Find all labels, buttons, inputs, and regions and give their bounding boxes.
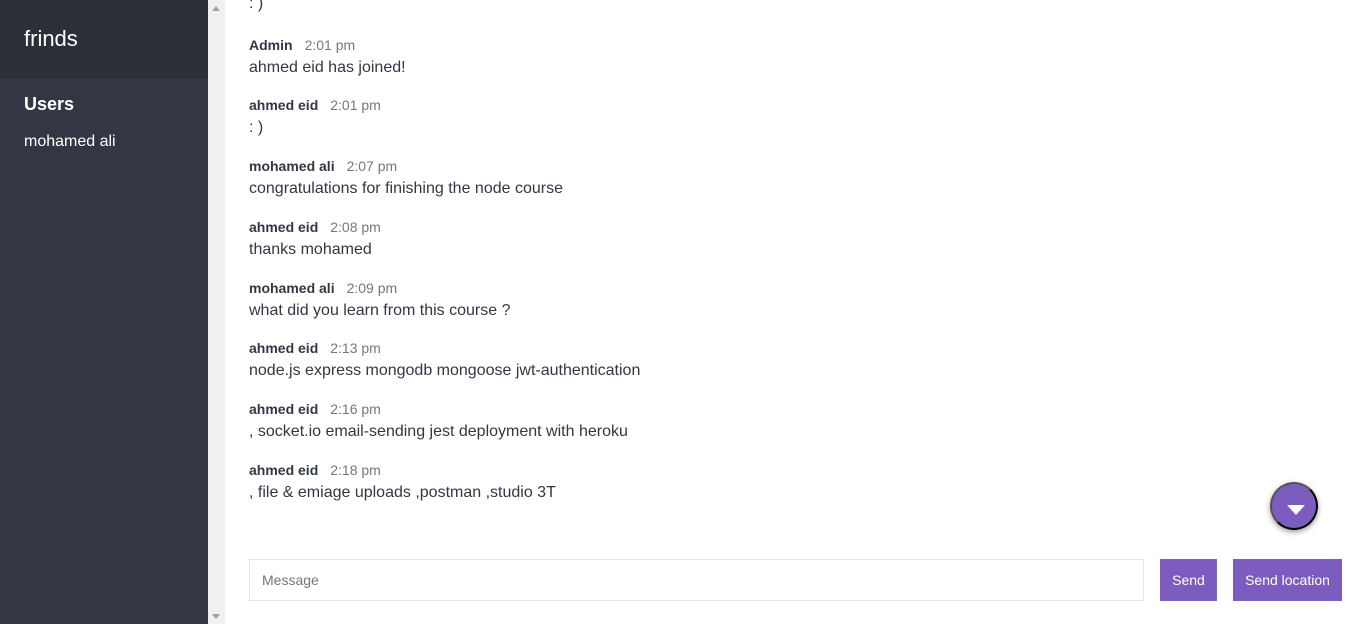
message-author: ahmed eid (249, 401, 319, 417)
message-author: mohamed ali (249, 158, 335, 174)
caret-down-icon (1287, 505, 1305, 515)
message: ahmed eid 2:08 pm thanks mohamed (249, 219, 381, 269)
message-author: ahmed eid (249, 97, 319, 113)
message: mohamed ali 2:07 pm congratulations for f… (249, 158, 563, 208)
message-text: , socket.io email-sending jest deploymen… (249, 423, 628, 440)
message: Admin 2:01 pm ahmed eid has joined! (249, 37, 406, 87)
message-time: 2:07 pm (346, 158, 398, 174)
message-author: ahmed eid (249, 462, 319, 478)
message-time: 2:01 pm (330, 97, 381, 113)
chat-sidebar: frinds Users mohamed ali (0, 0, 208, 624)
message-time: 2:01 pm (304, 37, 356, 53)
send-button[interactable]: Send (1160, 559, 1217, 601)
message: ahmed eid 2:16 pm , socket.io email-sendi… (249, 401, 628, 451)
scroll-down-arrow-icon[interactable] (212, 614, 220, 619)
message-text: node.js express mongodb mongoose jwt-aut… (249, 362, 641, 379)
send-location-button[interactable]: Send location (1233, 559, 1342, 601)
message-text: : ) (249, 119, 264, 136)
messages-scrollbar[interactable] (208, 0, 225, 624)
message-text: ahmed eid has joined! (249, 59, 406, 76)
message-time: 2:08 pm (330, 219, 381, 235)
message-author: ahmed eid (249, 219, 319, 235)
users-list-title: Users (24, 94, 75, 114)
messages-panel[interactable]: : ) Admin 2:01 pm ahmed eid has joined! a… (225, 0, 1350, 540)
scroll-up-arrow-icon[interactable] (212, 6, 220, 11)
message-author: ahmed eid (249, 340, 319, 356)
message-time: 2:16 pm (330, 401, 381, 417)
message-time: 2:13 pm (330, 340, 381, 356)
message: ahmed eid 2:18 pm , file & emiage uploads… (249, 462, 556, 512)
message-author: Admin (249, 37, 293, 53)
message-text-partial: : ) (249, 0, 264, 12)
message-input[interactable] (249, 559, 1144, 601)
message-text: thanks mohamed (249, 241, 372, 258)
message-text: congratulations for finishing the node c… (249, 180, 563, 197)
message-text: , file & emiage uploads ,postman ,studio… (249, 484, 556, 501)
message-time: 2:09 pm (346, 280, 398, 296)
room-title: frinds (0, 0, 208, 79)
user-list: mohamed ali (0, 123, 208, 153)
message: ahmed eid 2:01 pm : ) (249, 97, 381, 147)
user-list-item: mohamed ali (24, 133, 116, 150)
message: ahmed eid 2:13 pm node.js express mongodb… (249, 340, 640, 390)
scroll-to-bottom-button[interactable] (1270, 482, 1318, 530)
message-text: what did you learn from this course ? (249, 302, 511, 319)
message: mohamed ali 2:09 pm what did you learn fr… (249, 280, 510, 330)
message-time: 2:18 pm (330, 462, 381, 478)
message-author: mohamed ali (249, 280, 335, 296)
